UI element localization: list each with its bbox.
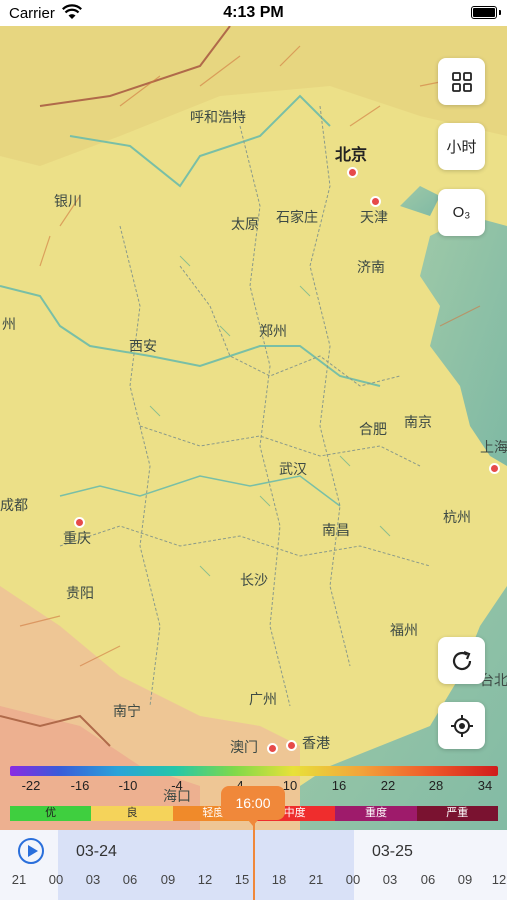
clock: 4:13 PM	[223, 4, 284, 21]
hour-tick: 06	[420, 872, 436, 887]
city-taiyuan[interactable]: 太原	[231, 214, 259, 234]
city-yinchuan[interactable]: 银川	[54, 191, 82, 211]
scale-tick: -22	[21, 778, 41, 793]
battery-icon	[471, 6, 497, 19]
hour-tick: 06	[122, 872, 138, 887]
city-marker-chongqing[interactable]	[74, 517, 85, 528]
city-chengdu[interactable]: 成都	[0, 495, 28, 515]
city-hongkong[interactable]: 香港	[302, 733, 330, 753]
hour-tick: 21	[11, 872, 27, 887]
locate-button[interactable]	[438, 702, 485, 749]
hour-tick: 18	[271, 872, 287, 887]
scale-tick: 34	[477, 778, 493, 793]
city-guangzhou[interactable]: 广州	[249, 689, 277, 709]
city-marker-tianjin[interactable]	[370, 196, 381, 207]
city-hefei[interactable]: 合肥	[359, 419, 387, 439]
hour-tick: 03	[85, 872, 101, 887]
hour-tick: 00	[345, 872, 361, 887]
hour-tick: 09	[457, 872, 473, 887]
scale-tick: -16	[70, 778, 90, 793]
layers-grid-button[interactable]	[438, 58, 485, 105]
refresh-icon	[452, 650, 471, 670]
city-nanchang[interactable]: 南昌	[322, 520, 350, 540]
city-hohhot[interactable]: 呼和浩特	[190, 107, 246, 127]
aqi-level-good: 良	[91, 806, 173, 821]
city-beijing[interactable]: 北京	[335, 141, 367, 165]
scale-tick: 10	[282, 778, 298, 793]
city-marker-beijing[interactable]	[347, 167, 358, 178]
hour-tick: 12	[197, 872, 213, 887]
city-marker-shanghai[interactable]	[489, 463, 500, 474]
timeline-date-1: 03-24	[76, 843, 117, 860]
grid-icon	[451, 71, 472, 92]
city-shanghai[interactable]: 上海	[480, 437, 507, 457]
scale-tick: 16	[331, 778, 347, 793]
city-zhengzhou[interactable]: 郑州	[259, 321, 287, 341]
pollutant-select-button[interactable]: O₃	[438, 189, 485, 236]
hour-tick: 12	[491, 872, 507, 887]
city-nanjing[interactable]: 南京	[404, 412, 432, 432]
hour-tick: 09	[160, 872, 176, 887]
locate-icon	[450, 714, 473, 737]
aqi-level-heavy: 重度	[335, 806, 417, 821]
scale-tick: 28	[428, 778, 444, 793]
city-chongqing[interactable]: 重庆	[63, 528, 91, 548]
scale-tick: -4	[171, 778, 183, 793]
city-macau[interactable]: 澳门	[230, 737, 258, 757]
refresh-button[interactable]	[438, 637, 485, 684]
city-tianjin[interactable]: 天津	[360, 207, 388, 227]
hour-tick: 15	[234, 872, 250, 887]
city-wuhan[interactable]: 武汉	[279, 459, 307, 479]
city-hangzhou[interactable]: 杭州	[443, 507, 471, 527]
city-marker-macau[interactable]	[267, 743, 278, 754]
scale-tick: -10	[118, 778, 138, 793]
city-fuzhou[interactable]: 福州	[390, 620, 418, 640]
city-shijiazhuang[interactable]: 石家庄	[276, 207, 318, 227]
city-nanning[interactable]: 南宁	[113, 701, 141, 721]
scale-tick: 22	[380, 778, 396, 793]
current-time-badge[interactable]: 16:00	[221, 786, 285, 826]
hour-tick: 21	[308, 872, 324, 887]
hour-tick: 03	[382, 872, 398, 887]
city-guiyang[interactable]: 贵阳	[66, 583, 94, 603]
aqi-level-excellent: 优	[10, 806, 92, 821]
aqi-level-severe: 严重	[416, 806, 498, 821]
city-marker-hongkong[interactable]	[286, 740, 297, 751]
city-jinan[interactable]: 济南	[357, 257, 385, 277]
value-color-scale	[10, 766, 498, 776]
hour-mode-button[interactable]: 小时	[438, 123, 485, 170]
battery-tip	[499, 10, 501, 15]
timeline-date-2: 03-25	[372, 843, 413, 860]
city-lanzhou[interactable]: 州	[2, 314, 16, 334]
city-xian[interactable]: 西安	[129, 336, 157, 356]
hour-tick: 00	[48, 872, 64, 887]
city-changsha[interactable]: 长沙	[240, 570, 268, 590]
status-bar: Carrier 4:13 PM	[0, 0, 507, 26]
play-button[interactable]	[18, 838, 44, 864]
